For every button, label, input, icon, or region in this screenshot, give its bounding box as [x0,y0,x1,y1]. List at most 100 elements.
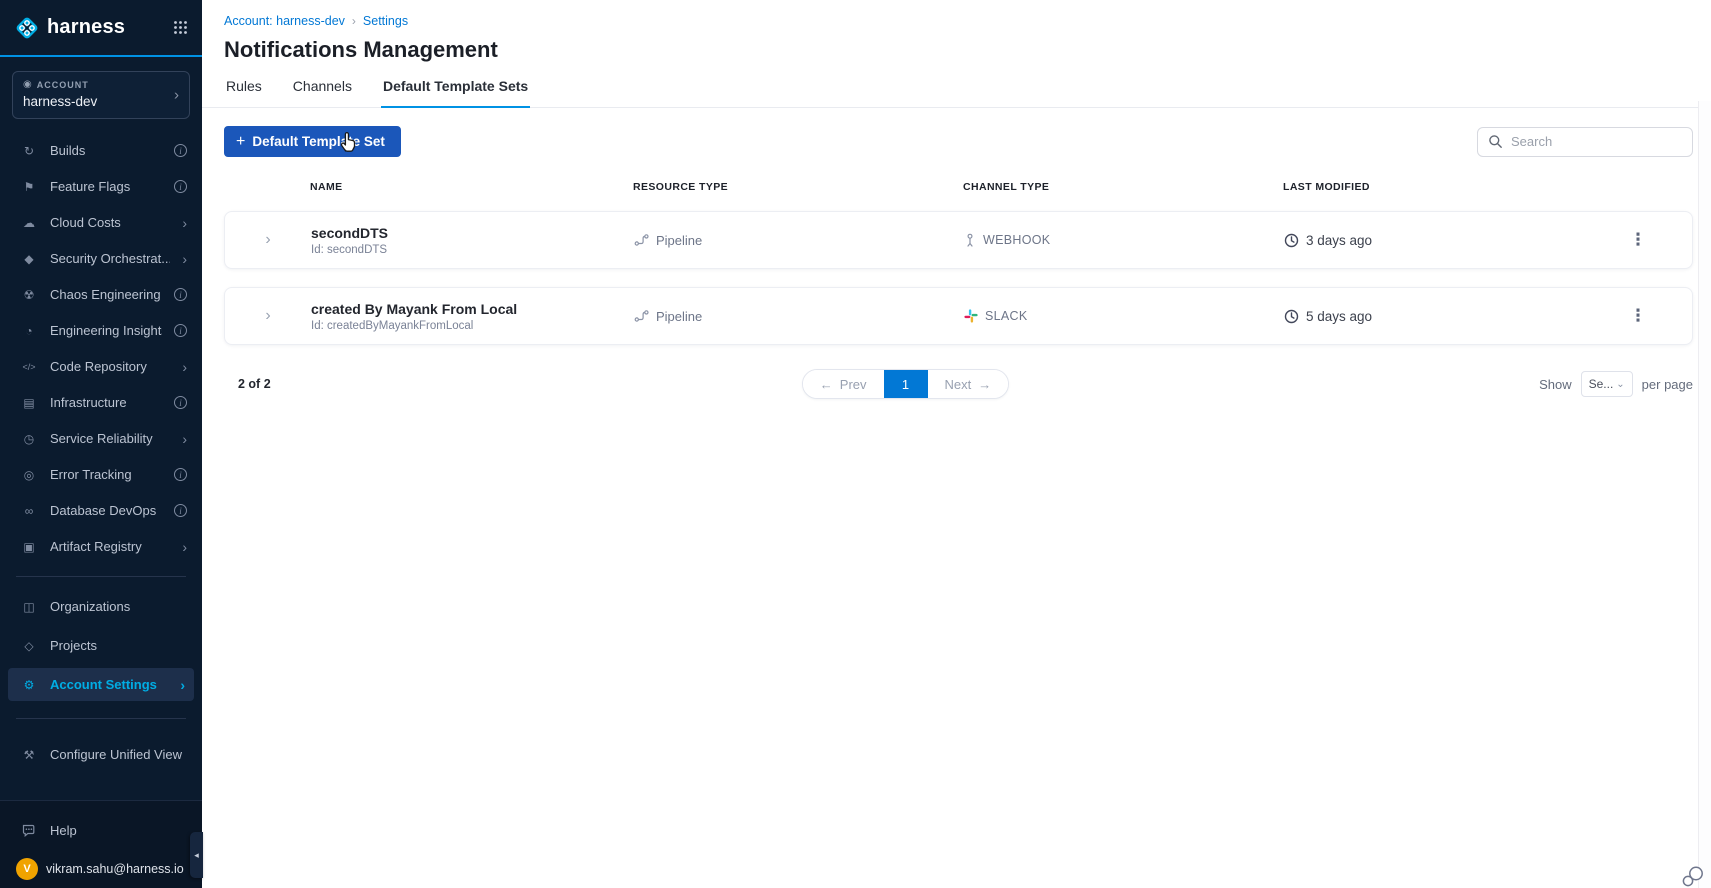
chevron-right-icon: › [180,676,185,693]
error-tracking-icon: ◎ [23,467,35,482]
channel-type-cell: SLACK [964,309,1284,323]
security-orchestration-icon: ◆ [24,251,34,266]
template-set-name: created By Mayank From Local [311,300,518,317]
clock-icon [1284,309,1299,324]
sidebar-item-account-settings[interactable]: ⚙ Account Settings › [8,668,194,701]
sidebar-item-error-tracking[interactable]: ◎ Error Tracking i [0,458,202,491]
arrow-left-icon: ← [819,376,833,392]
harness-logo-icon[interactable] [14,15,40,41]
page-1-button[interactable]: 1 [883,370,928,398]
sidebar-item-database-devops[interactable]: ∞ Database DevOps i [0,494,202,527]
chevron-right-icon: › [182,250,187,267]
template-set-id: Id: secondDTS [311,243,388,256]
builds-icon: ↻ [23,143,35,158]
expand-row-icon[interactable]: › [265,307,270,325]
sidebar-item-code-repository[interactable]: </> Code Repository › [0,350,202,383]
table-row[interactable]: › secondDTS Id: secondDTS Pipeline WEBHO… [224,211,1693,269]
tab-channels[interactable]: Channels [291,76,354,107]
sidebar-item-projects[interactable]: ◇ Projects [0,629,202,662]
page-size-select[interactable]: Se... ⌄ [1580,371,1633,397]
scroll-gutter [1698,101,1711,888]
resource-type-cell: Pipeline [634,309,964,324]
row-menu-kebab-icon[interactable]: ⋮ [1624,230,1653,250]
plus-icon: + [236,132,246,150]
sidebar-item-feature-flags[interactable]: ⚑ Feature Flags i [0,170,202,203]
pager: ← Prev 1 Next → [801,369,1010,399]
info-icon: i [174,504,187,517]
last-modified-cell: 5 days ago [1284,309,1584,324]
search-box [1477,126,1693,157]
row-menu-kebab-icon[interactable]: ⋮ [1624,306,1653,326]
channel-type-cell: WEBHOOK [964,233,1284,248]
chevron-right-icon: › [182,538,187,555]
page-header: Account: harness-dev › Settings Notifica… [202,0,1711,63]
last-modified-cell: 3 days ago [1284,233,1584,248]
clock-icon [1284,233,1299,248]
sidebar-item-engineering-insights[interactable]: ◔ Engineering Insights i [0,314,202,347]
info-icon: i [174,324,187,337]
database-devops-icon: ∞ [24,503,34,518]
sidebar-item-service-reliability[interactable]: ◷ Service Reliability › [0,422,202,455]
module-grid-icon[interactable] [173,20,188,35]
page-title: Notifications Management [224,37,498,62]
tab-bar: Rules Channels Default Template Sets [202,76,1711,108]
infrastructure-icon: ▤ [23,395,35,410]
table-row[interactable]: › created By Mayank From Local Id: creat… [224,287,1693,345]
next-page-button[interactable]: Next → [927,370,1009,398]
arrow-right-icon: → [978,376,992,392]
sidebar-item-infrastructure[interactable]: ▤ Infrastructure i [0,386,202,419]
info-icon: i [174,144,187,157]
breadcrumb-settings-link[interactable]: Settings [363,14,408,28]
account-name: harness-dev [23,94,98,109]
organizations-icon: ◫ [23,599,35,614]
search-icon [1488,134,1503,149]
chevron-down-icon: ⌄ [1616,378,1625,390]
info-icon: i [174,180,187,193]
show-label: Show [1539,376,1572,392]
breadcrumb-account-link[interactable]: Account: harness-dev [224,14,345,28]
sidebar-item-help[interactable]: Help [0,814,202,847]
sidebar-item-configure-unified-view[interactable]: ⚒ Configure Unified View [0,738,202,771]
pipeline-icon [634,309,649,323]
divider [16,718,186,719]
info-icon: i [174,468,187,481]
tab-rules[interactable]: Rules [224,76,264,107]
app-root: harness ◉ ACCOUNT harness-dev › ↻ Builds… [0,0,1711,888]
sidebar-item-builds[interactable]: ↻ Builds i [0,134,202,167]
chevron-right-icon: › [182,214,187,231]
sidebar-item-chaos-engineering[interactable]: ☢ Chaos Engineering i [0,278,202,311]
projects-icon: ◇ [24,638,34,653]
sidebar-collapse-handle[interactable]: ◂ [190,832,203,878]
sidebar-item-organizations[interactable]: ◫ Organizations [0,590,202,623]
resource-type-cell: Pipeline [634,233,964,248]
sidebar-item-security-orchestration[interactable]: ◆ Security Orchestrat... › [0,242,202,275]
chaos-engineering-icon: ☢ [23,287,35,302]
account-label: ACCOUNT [36,80,89,90]
chevron-right-icon: › [182,430,187,447]
column-name: NAME [310,181,343,193]
toolbar: + Default Template Set [202,108,1711,157]
info-icon: i [174,288,187,301]
prev-page-button[interactable]: ← Prev [802,370,884,398]
chevron-right-icon: › [182,358,187,375]
sidebar-footer: Help V vikram.sahu@harness.io [0,800,202,888]
tab-default-template-sets[interactable]: Default Template Sets [380,76,531,108]
row-count: 2 of 2 [238,377,271,391]
column-last-modified: LAST MODIFIED [1283,181,1370,193]
template-set-id: Id: createdByMayankFromLocal [311,319,474,332]
search-input[interactable] [1511,134,1682,149]
sidebar-item-artifact-registry[interactable]: ▣ Artifact Registry › [0,530,202,563]
sidebar-nav: ↻ Builds i ⚑ Feature Flags i ☁ Cloud Cos… [0,131,202,566]
help-chat-icon [20,824,38,838]
new-default-template-set-button[interactable]: + Default Template Set [224,126,401,157]
support-chat-launcher-icon[interactable] [1680,863,1706,888]
user-email: vikram.sahu@harness.io [46,862,184,876]
template-sets-table: NAME RESOURCE TYPE CHANNEL TYPE LAST MOD… [202,181,1711,345]
breadcrumb-separator-icon: › [351,14,356,28]
user-profile[interactable]: V vikram.sahu@harness.io [0,850,202,880]
collapse-arrow-icon: ◂ [194,849,199,860]
info-icon: i [174,396,187,409]
expand-row-icon[interactable]: › [265,231,270,249]
sidebar-item-cloud-costs[interactable]: ☁ Cloud Costs › [0,206,202,239]
account-switcher[interactable]: ◉ ACCOUNT harness-dev › [12,71,190,119]
